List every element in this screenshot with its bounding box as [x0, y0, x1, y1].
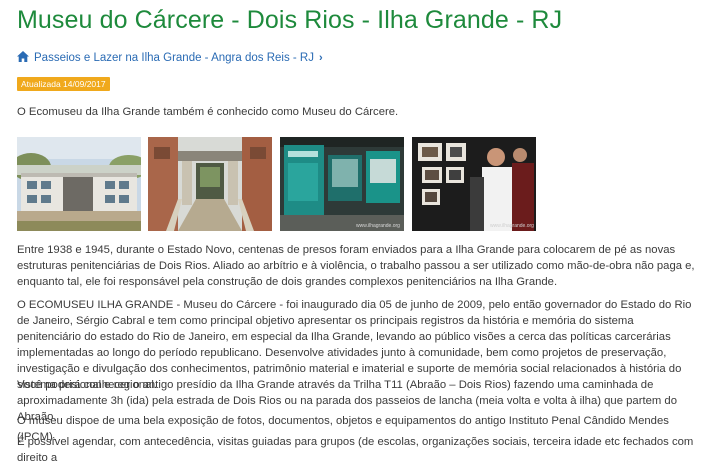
- photo-prison-building[interactable]: [17, 137, 141, 231]
- home-icon: [17, 51, 29, 65]
- paragraph-history: Entre 1938 e 1945, durante o Estado Novo…: [17, 244, 695, 288]
- photo-watermark: www.ilhagrande.org: [490, 223, 534, 229]
- photo-prison-courtyard[interactable]: [148, 137, 272, 231]
- page-title: Museu do Cárcere - Dois Rios - Ilha Gran…: [17, 6, 563, 34]
- paragraph-visits: É possível agendar, com antecedência, vi…: [17, 436, 694, 464]
- photo-museum-exhibit[interactable]: www.ilhagrande.org: [280, 137, 404, 231]
- intro-text: O Ecomuseu da Ilha Grande também é conhe…: [17, 106, 399, 118]
- updated-date-badge: Atualizada 14/09/2017: [17, 77, 110, 91]
- breadcrumb[interactable]: Passeios e Lazer na Ilha Grande - Angra …: [17, 51, 323, 65]
- photo-watermark: www.ilhagrande.org: [356, 223, 400, 229]
- photo-museum-visitors[interactable]: www.ilhagrande.org: [412, 137, 536, 231]
- breadcrumb-link[interactable]: Passeios e Lazer na Ilha Grande - Angra …: [34, 52, 314, 64]
- chevron-right-icon: ›: [318, 52, 323, 64]
